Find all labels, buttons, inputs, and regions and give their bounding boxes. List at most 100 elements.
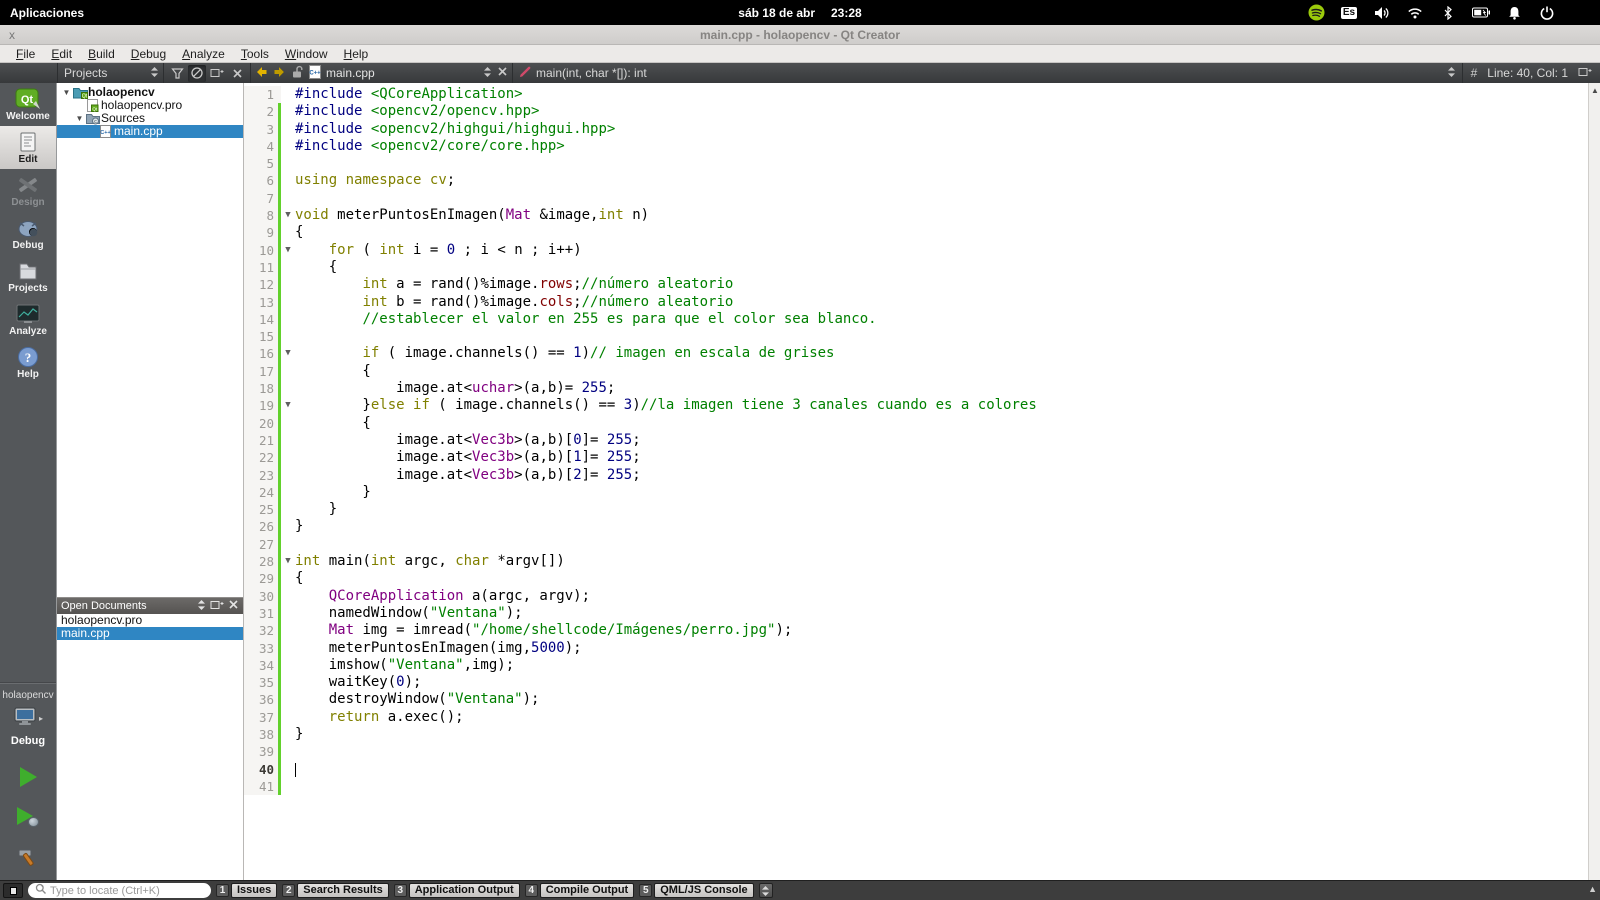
keyboard-layout-icon[interactable]: Es [1340, 4, 1358, 22]
bluetooth-icon[interactable] [1439, 4, 1457, 22]
go-forward-icon[interactable] [273, 66, 286, 81]
code-line-6[interactable]: 6 using namespace cv; [244, 172, 1588, 190]
start-debugging-button[interactable] [17, 807, 39, 827]
code-line-29[interactable]: 29 { [244, 570, 1588, 588]
code-line-3[interactable]: 3 #include <opencv2/highgui/highgui.hpp> [244, 120, 1588, 138]
pane-number[interactable]: 5 [639, 884, 653, 897]
code-line-11[interactable]: 11 { [244, 258, 1588, 277]
code-line-15[interactable]: 15 [244, 328, 1588, 346]
fold-marker-icon[interactable]: ▼ [281, 242, 295, 259]
symbol-selector[interactable]: main(int, char *[]): int [513, 63, 1463, 83]
mode-welcome[interactable]: Qt Welcome [0, 83, 56, 126]
code-line-37[interactable]: 37 return a.exec(); [244, 708, 1588, 726]
open-file-name[interactable]: main.cpp [326, 66, 478, 80]
volume-icon[interactable] [1373, 4, 1391, 22]
code-line-12[interactable]: 12 int a = rand()%image.rows;//número al… [244, 276, 1588, 294]
code-line-13[interactable]: 13 int b = rand()%image.cols;//número al… [244, 293, 1588, 311]
code-line-17[interactable]: 17 { [244, 362, 1588, 381]
fold-marker-icon[interactable]: ▼ [281, 345, 295, 362]
mode-analyze[interactable]: Analyze [0, 298, 56, 341]
menu-edit[interactable]: Edit [43, 45, 80, 63]
pane-label[interactable]: Compile Output [539, 883, 635, 898]
line-number-toggle[interactable]: # [1471, 66, 1478, 80]
pane-label[interactable]: Application Output [408, 883, 520, 898]
close-document-icon[interactable] [497, 66, 508, 80]
code-line-4[interactable]: 4 #include <opencv2/core/core.hpp> [244, 137, 1588, 156]
go-back-icon[interactable] [255, 66, 268, 81]
menu-debug[interactable]: Debug [123, 45, 174, 63]
code-line-19[interactable]: 19 ▼ }else if ( image.channels() == 3)//l… [244, 397, 1588, 415]
split-editor-icon[interactable] [1578, 66, 1592, 81]
fold-marker-icon[interactable]: ▼ [281, 207, 295, 224]
notifications-bell-icon[interactable] [1505, 4, 1523, 22]
mode-edit[interactable]: Edit [0, 126, 56, 169]
pane-number[interactable]: 3 [393, 884, 407, 897]
close-pane-icon[interactable] [228, 65, 246, 82]
mode-debug[interactable]: Debug [0, 212, 56, 255]
code-line-41[interactable]: 41 [244, 777, 1588, 796]
run-button[interactable] [19, 767, 37, 787]
menu-build[interactable]: Build [80, 45, 123, 63]
code-line-16[interactable]: 16 ▼ if ( image.channels() == 1)// imagen… [244, 345, 1588, 363]
code-line-9[interactable]: 9{ [244, 224, 1588, 242]
chevron-updown-icon[interactable] [197, 599, 206, 614]
battery-icon[interactable] [1472, 4, 1490, 22]
fold-marker-icon[interactable]: ▼ [281, 553, 295, 570]
tree-row-holaopencv-pro[interactable]: Qt holaopencv.pro [57, 99, 243, 112]
applications-menu[interactable]: Aplicaciones [0, 6, 84, 20]
sync-with-editor-icon[interactable] [188, 64, 206, 82]
pane-label[interactable]: Issues [231, 883, 278, 898]
code-line-22[interactable]: 22 image.at<Vec3b>(a,b)[1]= 255; [244, 449, 1588, 467]
code-line-10[interactable]: 10 ▼ for ( int i = 0 ; i < n ; i++) [244, 241, 1588, 259]
mode-help[interactable]: ? Help [0, 341, 56, 384]
code-line-7[interactable]: 7 [244, 189, 1588, 208]
code-line-20[interactable]: 20 { [244, 414, 1588, 432]
pane-number[interactable]: 4 [524, 884, 538, 897]
chevron-updown-icon[interactable] [483, 66, 492, 81]
tree-expander-icon[interactable]: ▼ [61, 86, 72, 99]
code-line-1[interactable]: 1 #include <QCoreApplication> [244, 86, 1588, 104]
power-icon[interactable] [1538, 4, 1556, 22]
split-icon[interactable] [210, 599, 224, 614]
close-pane-icon[interactable] [228, 599, 239, 613]
pane-number[interactable]: 1 [216, 884, 229, 897]
code-line-35[interactable]: 35 waitKey(0); [244, 674, 1588, 692]
menu-analyze[interactable]: Analyze [174, 45, 233, 63]
spotify-icon[interactable] [1307, 4, 1325, 22]
filter-icon[interactable] [168, 65, 186, 82]
code-line-32[interactable]: 32 Mat img = imread("/home/shellcode/Imá… [244, 622, 1588, 640]
code-line-8[interactable]: 8 ▼ void meterPuntosEnImagen(Mat &image,in… [244, 207, 1588, 225]
open-document-main-cpp[interactable]: main.cpp [57, 627, 243, 640]
code-editor[interactable]: 1 #include <QCoreApplication> 2 #include <o… [244, 83, 1588, 880]
output-pane-updown-button[interactable] [758, 883, 773, 898]
split-icon[interactable] [208, 65, 226, 82]
window-close-button[interactable]: x [9, 26, 15, 44]
mode-projects[interactable]: Projects [0, 255, 56, 298]
editor-annotation-column[interactable]: ▲ [1588, 83, 1600, 880]
pane-label[interactable]: Search Results [297, 883, 389, 898]
code-line-26[interactable]: 26} [244, 518, 1588, 536]
pane-label[interactable]: QML/JS Console [654, 883, 754, 898]
code-line-21[interactable]: 21 image.at<Vec3b>(a,b)[0]= 255; [244, 431, 1588, 450]
wifi-icon[interactable] [1406, 4, 1424, 22]
menu-file[interactable]: File [8, 45, 43, 63]
code-line-18[interactable]: 18 image.at<uchar>(a,b)= 255; [244, 380, 1588, 398]
code-line-34[interactable]: 34 imshow("Ventana",img); [244, 656, 1588, 675]
code-line-14[interactable]: 14 //establecer el valor en 255 es para … [244, 310, 1588, 329]
code-line-28[interactable]: 28 ▼ int main(int argc, char *argv[]) [244, 553, 1588, 571]
code-line-30[interactable]: 30 QCoreApplication a(argc, argv); [244, 587, 1588, 605]
code-line-2[interactable]: 2 #include <opencv2/opencv.hpp> [244, 103, 1588, 121]
kit-selector[interactable]: ▸ [13, 707, 43, 729]
fold-marker-icon[interactable]: ▼ [281, 397, 295, 414]
desktop-clock[interactable]: sáb 18 de abr 23:28 [738, 6, 861, 20]
code-line-27[interactable]: 27 [244, 535, 1588, 554]
code-line-36[interactable]: 36 destroyWindow("Ventana"); [244, 691, 1588, 709]
build-button[interactable] [17, 847, 39, 870]
toggle-sidebar-button[interactable] [3, 883, 23, 898]
menu-help[interactable]: Help [336, 45, 377, 63]
tree-row-main-cpp[interactable]: C++ main.cpp [57, 125, 243, 138]
code-line-23[interactable]: 23 image.at<Vec3b>(a,b)[2]= 255; [244, 466, 1588, 484]
code-line-24[interactable]: 24 } [244, 483, 1588, 502]
code-line-39[interactable]: 39 [244, 743, 1588, 761]
code-line-40[interactable]: 40 [244, 760, 1588, 778]
